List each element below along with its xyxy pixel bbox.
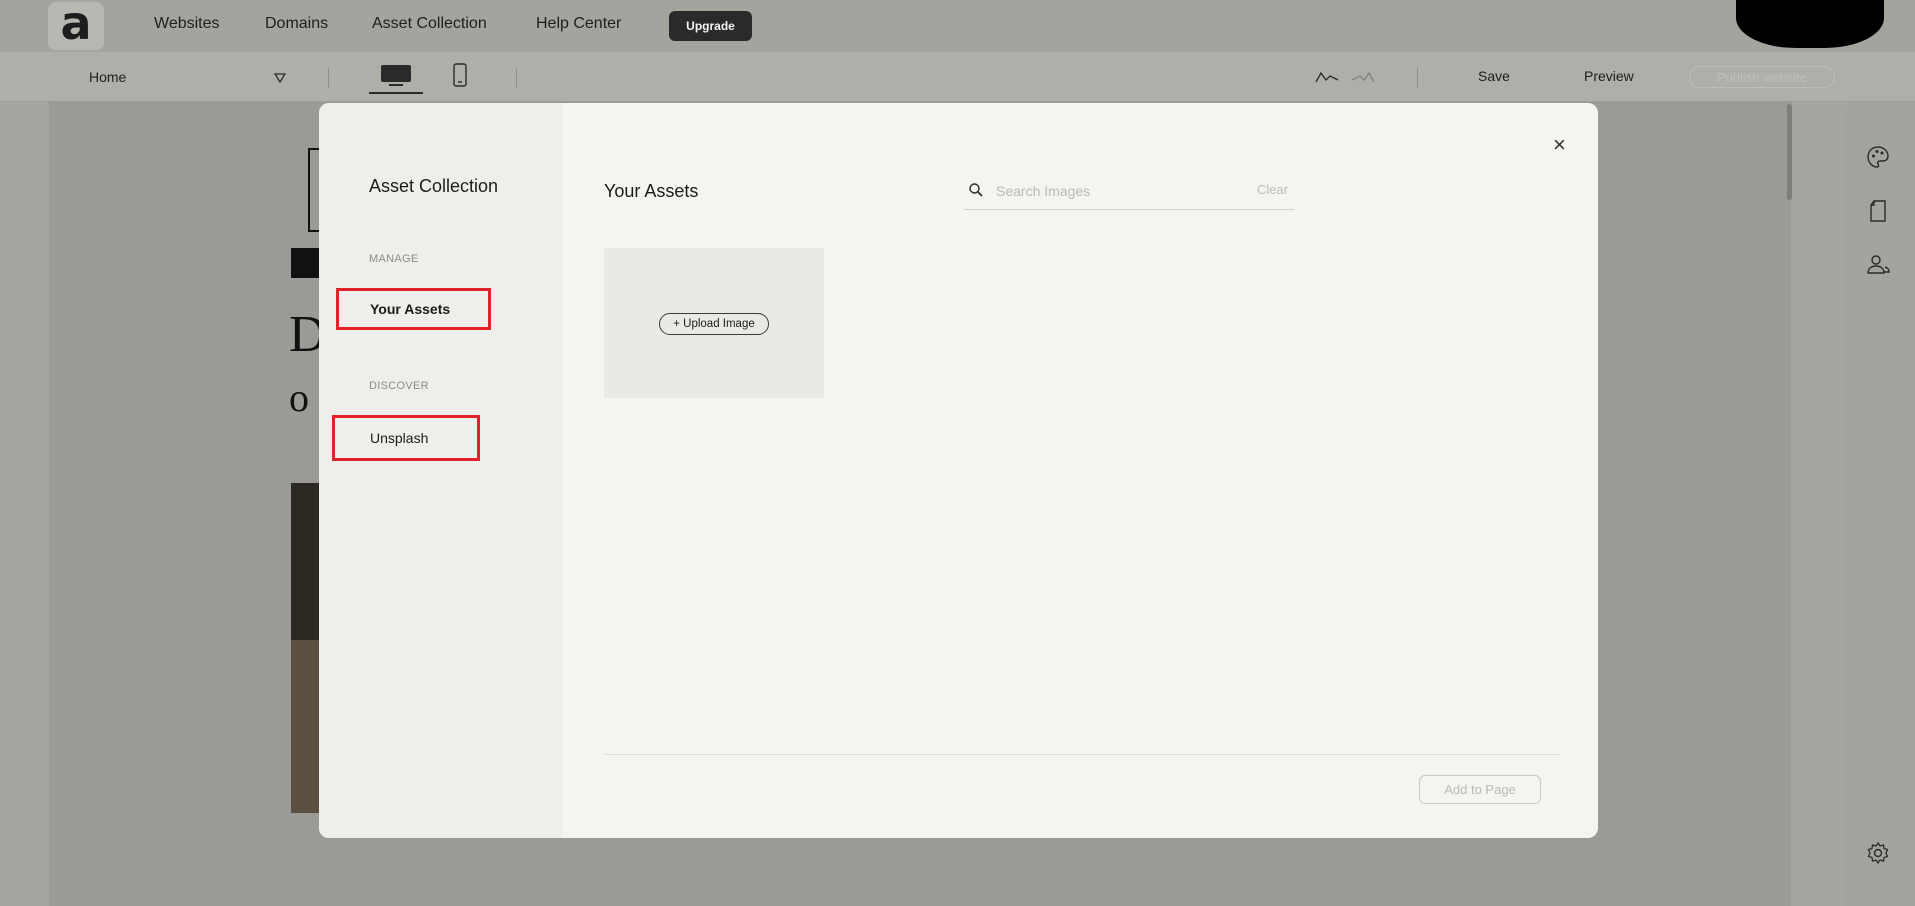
add-to-page-button[interactable]: Add to Page [1419,775,1541,804]
save-button[interactable]: Save [1478,68,1510,84]
footer-divider [604,754,1560,755]
upgrade-button[interactable]: Upgrade [669,11,752,41]
search-bar: Clear [964,171,1294,210]
desktop-view-indicator [369,92,423,94]
avatar[interactable] [1736,0,1884,48]
canvas-heading-fragment: o [289,375,309,420]
canvas-block [291,248,321,278]
chevron-down-icon[interactable] [274,73,286,83]
section-label-discover: DISCOVER [369,380,429,392]
gear-icon[interactable] [1865,840,1891,866]
nav-websites[interactable]: Websites [154,15,220,33]
nav-asset-collection[interactable]: Asset Collection [372,15,487,33]
upload-image-button[interactable]: + Upload Image [659,313,769,335]
close-icon[interactable]: × [1553,134,1566,156]
toolbar-divider [1417,68,1418,88]
canvas-scrollbar[interactable] [1787,104,1792,200]
publish-website-button[interactable]: Publish website [1689,66,1835,88]
toolbar-divider [328,68,329,88]
app-logo[interactable]: a [48,0,104,50]
palette-icon[interactable] [1865,144,1891,170]
toolbar-divider [516,68,517,88]
nav-domains[interactable]: Domains [265,15,328,33]
logo-glyph: a [60,0,92,50]
right-sidebar [1843,102,1915,906]
clear-button[interactable]: Clear [1257,182,1288,197]
canvas-image-lower [291,640,321,813]
users-icon[interactable] [1865,252,1891,278]
page-select[interactable]: Home [89,69,126,85]
section-label-manage: MANAGE [369,253,419,265]
sidebar-item-your-assets[interactable]: Your Assets [336,288,491,330]
nav-help-center[interactable]: Help Center [536,15,621,33]
editor-toolbar: Home Save Preview Publish website [0,52,1915,102]
page-icon[interactable] [1865,198,1891,224]
asset-collection-modal: Asset Collection MANAGE Your Assets DISC… [319,103,1598,838]
sidebar-item-unsplash[interactable]: Unsplash [332,415,480,461]
preview-button[interactable]: Preview [1584,68,1634,84]
mobile-icon[interactable] [452,62,468,88]
desktop-icon[interactable] [379,63,413,87]
search-input[interactable] [994,179,1238,203]
search-icon [969,183,983,197]
upload-tile[interactable]: + Upload Image [604,248,824,398]
modal-sidebar: Asset Collection MANAGE Your Assets DISC… [319,103,563,838]
redo-icon[interactable] [1350,69,1376,85]
top-navigation: a Websites Domains Asset Collection Help… [0,0,1915,52]
modal-title: Asset Collection [369,176,499,196]
assets-heading: Your Assets [604,181,699,201]
undo-icon[interactable] [1314,69,1340,85]
